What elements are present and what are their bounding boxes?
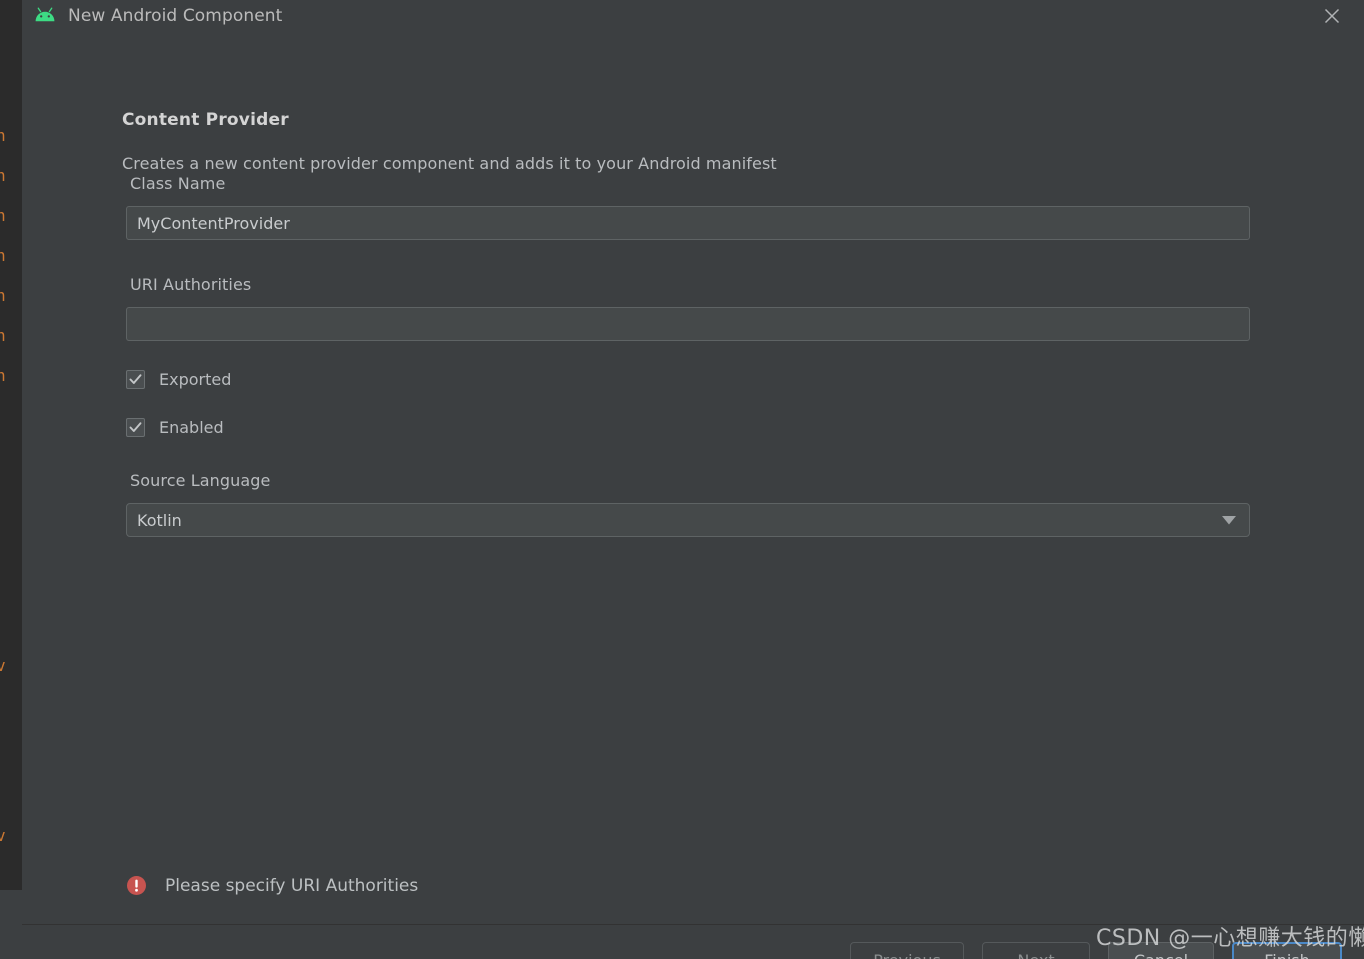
editor-text-fragment: v — [0, 656, 6, 675]
android-robot-icon — [35, 7, 55, 22]
source-language-label: Source Language — [130, 471, 271, 490]
enabled-checkbox[interactable] — [126, 418, 145, 437]
next-button[interactable]: Next — [982, 942, 1090, 959]
enabled-checkbox-row[interactable]: Enabled — [126, 418, 224, 437]
editor-text-fragment: n — [0, 126, 6, 145]
previous-button[interactable]: Previous — [850, 942, 964, 959]
error-icon — [127, 876, 146, 895]
dialog-titlebar: New Android Component — [22, 0, 1364, 32]
exported-checkbox[interactable] — [126, 370, 145, 389]
enabled-label: Enabled — [159, 418, 224, 437]
new-android-component-dialog: New Android Component Content Provider C… — [22, 0, 1364, 959]
background-editor: n n n n n n n v v — [0, 0, 22, 959]
editor-text-fragment: n — [0, 246, 6, 265]
source-language-select[interactable]: Kotlin — [126, 503, 1250, 537]
cancel-button[interactable]: Cancel — [1108, 942, 1214, 959]
editor-status-strip — [0, 890, 22, 959]
class-name-input[interactable] — [126, 206, 1250, 240]
validation-message: Please specify URI Authorities — [126, 875, 418, 896]
page-title: Content Provider — [122, 110, 289, 130]
editor-text-fragment: n — [0, 366, 6, 385]
close-icon[interactable] — [1314, 0, 1350, 32]
dialog-title: New Android Component — [68, 6, 283, 26]
editor-text-fragment: n — [0, 206, 6, 225]
finish-button[interactable]: Finish — [1232, 942, 1342, 959]
checkmark-icon — [129, 374, 142, 384]
editor-text-fragment: n — [0, 166, 6, 185]
source-language-value: Kotlin — [137, 510, 182, 530]
exported-label: Exported — [159, 370, 232, 389]
screen-root: n n n n n n n v v New Android Component — [0, 0, 1364, 959]
chevron-down-icon[interactable] — [1209, 515, 1249, 525]
editor-text-fragment: n — [0, 326, 6, 345]
dialog-content: Content Provider Creates a new content p… — [22, 32, 1364, 959]
uri-authorities-input[interactable] — [126, 307, 1250, 341]
editor-text-fragment: v — [0, 826, 6, 845]
page-description: Creates a new content provider component… — [122, 154, 777, 173]
class-name-label: Class Name — [130, 174, 226, 193]
exported-checkbox-row[interactable]: Exported — [126, 370, 231, 389]
validation-message-text: Please specify URI Authorities — [165, 875, 419, 896]
uri-authorities-label: URI Authorities — [130, 275, 252, 294]
dialog-footer: Previous Next Cancel Finish — [22, 925, 1364, 959]
editor-text-fragment: n — [0, 286, 6, 305]
checkmark-icon — [129, 422, 142, 432]
